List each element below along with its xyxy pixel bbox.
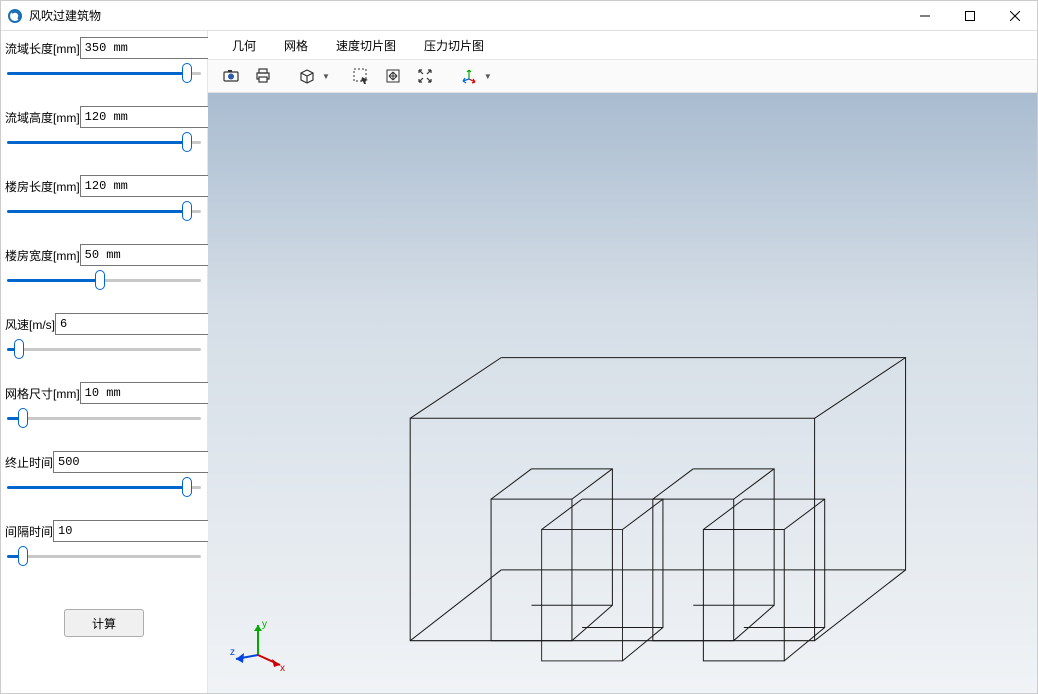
tab-velocity-slice[interactable]: 速度切片图 <box>322 31 410 60</box>
print-icon[interactable] <box>250 63 276 89</box>
maximize-button[interactable] <box>947 1 992 30</box>
box-view-icon[interactable] <box>294 63 320 89</box>
window-title: 风吹过建筑物 <box>29 7 902 24</box>
param-slider-0[interactable] <box>7 63 201 83</box>
axis-triad: y x z <box>228 613 288 673</box>
tab-pressure-slice[interactable]: 压力切片图 <box>410 31 498 60</box>
param-slider-5[interactable] <box>7 408 201 428</box>
box-view-dropdown-icon[interactable]: ▼ <box>322 72 330 81</box>
param-input-7[interactable] <box>53 520 215 542</box>
param-slider-3[interactable] <box>7 270 201 290</box>
param-input-6[interactable] <box>53 451 215 473</box>
param-slider-6[interactable] <box>7 477 201 497</box>
param-label: 楼房长度[mm] <box>5 178 80 195</box>
app-icon <box>7 8 23 24</box>
param-slider-4[interactable] <box>7 339 201 359</box>
minimize-button[interactable] <box>902 1 947 30</box>
svg-text:y: y <box>262 619 267 630</box>
tab-mesh[interactable]: 网格 <box>270 31 322 60</box>
param-label: 网格尺寸[mm] <box>5 385 80 402</box>
param-label: 楼房宽度[mm] <box>5 247 80 264</box>
parameter-sidebar: 流域长度[mm] 流域高度[mm] 楼房长度[mm] 楼房宽度[mm] 风速[m/s] 网… <box>1 31 208 693</box>
param-label: 流域长度[mm] <box>5 40 80 57</box>
camera-icon[interactable] <box>218 63 244 89</box>
param-input-4[interactable] <box>55 313 217 335</box>
axis-icon[interactable] <box>456 63 482 89</box>
pan-icon[interactable] <box>380 63 406 89</box>
close-button[interactable] <box>992 1 1037 30</box>
select-icon[interactable] <box>348 63 374 89</box>
param-label: 风速[m/s] <box>5 316 55 333</box>
param-label: 间隔时间 <box>5 523 53 540</box>
param-slider-2[interactable] <box>7 201 201 221</box>
param-slider-1[interactable] <box>7 132 201 152</box>
svg-text:x: x <box>280 663 285 673</box>
tab-geometry[interactable]: 几何 <box>218 31 270 60</box>
param-label: 终止时间 <box>5 454 53 471</box>
viewport-3d[interactable]: y x z <box>208 93 1037 693</box>
compute-button[interactable]: 计算 <box>64 609 144 637</box>
titlebar: 风吹过建筑物 <box>1 1 1037 31</box>
toolbar: ▼ ▼ <box>208 59 1037 93</box>
param-slider-7[interactable] <box>7 546 201 566</box>
param-label: 流域高度[mm] <box>5 109 80 126</box>
axis-dropdown-icon[interactable]: ▼ <box>484 72 492 81</box>
fit-icon[interactable] <box>412 63 438 89</box>
tab-bar: 几何 网格 速度切片图 压力切片图 <box>208 31 1037 59</box>
svg-text:z: z <box>230 647 235 658</box>
wireframe-geometry <box>208 93 1037 693</box>
